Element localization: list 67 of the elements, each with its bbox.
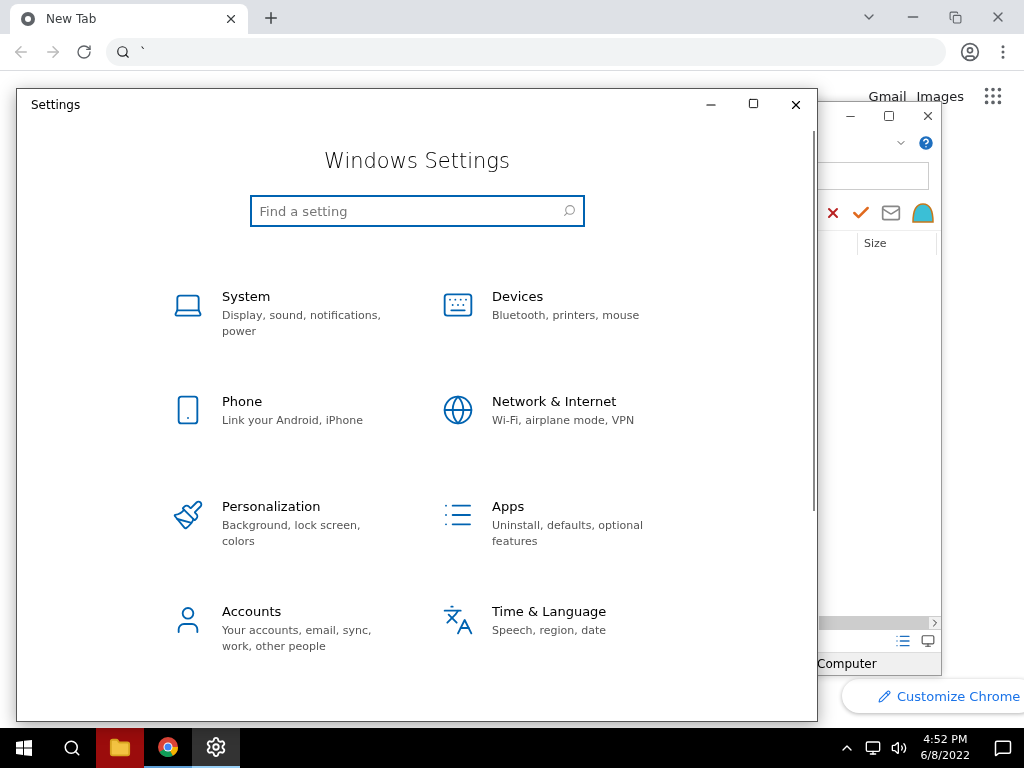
category-description: Background, lock screen, colors	[222, 518, 362, 550]
pencil-icon	[878, 689, 891, 703]
category-title[interactable]: System	[222, 289, 392, 304]
volume-icon[interactable]	[890, 740, 907, 756]
category-description: Display, sound, notifications, power	[222, 308, 382, 340]
close-icon[interactable]	[921, 109, 935, 123]
window-title: Settings	[31, 98, 81, 112]
close-icon[interactable]	[224, 12, 238, 26]
network-icon[interactable]	[864, 740, 881, 756]
details-view-icon[interactable]	[895, 633, 911, 649]
customize-chrome-button[interactable]: Customize Chrome	[842, 679, 1024, 713]
profile-icon[interactable]	[960, 42, 980, 62]
maximize-icon[interactable]	[748, 98, 759, 109]
windows-icon	[16, 740, 32, 756]
category-description: Speech, region, date	[492, 623, 608, 639]
reload-icon[interactable]	[76, 44, 92, 60]
taskbar-app[interactable]	[192, 728, 240, 768]
search-icon	[63, 739, 81, 757]
taskbar-app[interactable]	[96, 728, 144, 768]
scroll-right-icon[interactable]	[929, 617, 941, 629]
vertical-scrollbar[interactable]	[813, 131, 815, 511]
category-description: Uninstall, defaults, optional features	[492, 518, 644, 550]
status-text: Computer	[817, 657, 877, 671]
cross-icon[interactable]	[825, 205, 841, 221]
category-title[interactable]: Time & Language	[492, 604, 662, 619]
tab-title: New Tab	[46, 12, 98, 26]
shell-icon[interactable]	[911, 202, 935, 224]
maximize-icon[interactable]	[883, 110, 895, 122]
clock[interactable]: 4:52 PM 6/8/2022	[920, 732, 970, 764]
category-description: Wi-Fi, airplane mode, VPN	[492, 413, 636, 429]
search-icon	[116, 45, 130, 59]
address-text: `	[140, 44, 147, 60]
settings-icon	[205, 736, 227, 758]
column-header[interactable]: Size	[857, 233, 937, 255]
date-text: 6/8/2022	[920, 748, 970, 764]
apps-grid-icon[interactable]	[982, 85, 1004, 107]
help-icon[interactable]	[917, 134, 935, 152]
search-icon	[562, 204, 576, 217]
category-title[interactable]: Accounts	[222, 604, 392, 619]
language-icon	[442, 604, 474, 636]
category-title[interactable]: Apps	[492, 499, 662, 514]
paintbrush-icon	[172, 499, 204, 531]
category-title[interactable]: Personalization	[222, 499, 392, 514]
envelope-icon[interactable]	[881, 203, 901, 223]
category-title[interactable]: Phone	[222, 394, 392, 409]
folder-icon	[109, 737, 131, 759]
category-description: Your accounts, email, sync, work, other people	[222, 623, 373, 655]
page-heading: Windows Settings	[324, 149, 510, 173]
horizontal-scrollbar[interactable]	[819, 616, 941, 630]
restore-icon[interactable]	[949, 10, 962, 24]
category-description: Link your Android, iPhone	[222, 413, 364, 429]
globe-icon	[442, 394, 474, 426]
chrome-icon	[157, 736, 179, 758]
notification-icon[interactable]	[994, 739, 1012, 757]
close-icon[interactable]	[789, 98, 803, 112]
chrome-icon	[20, 11, 36, 27]
new-tab-icon[interactable]	[262, 9, 280, 27]
browser-tab[interactable]: New Tab	[10, 4, 248, 34]
category-description: Bluetooth, printers, mouse	[492, 308, 641, 324]
address-bar[interactable]: `	[106, 38, 946, 66]
search-field[interactable]: Find a setting	[249, 195, 585, 227]
header-link[interactable]: Images	[916, 88, 964, 104]
header-link[interactable]: Gmail	[868, 88, 907, 104]
preview-view-icon[interactable]	[921, 634, 935, 648]
time-text: 4:52 PM	[923, 732, 968, 748]
category-title[interactable]: Network & Internet	[492, 394, 662, 409]
category-title[interactable]: Devices	[492, 289, 662, 304]
